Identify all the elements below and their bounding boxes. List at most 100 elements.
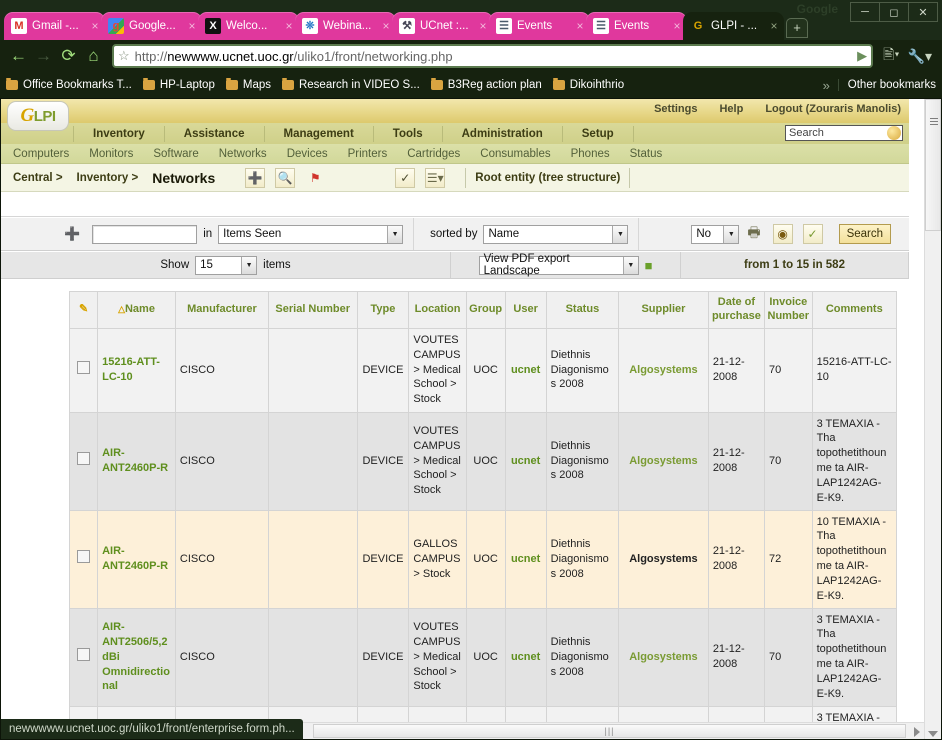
add-criteria-icon[interactable]: ➕	[64, 226, 80, 242]
close-icon[interactable]: ×	[574, 20, 586, 32]
cell-name[interactable]: 15216-ATT-LC-10	[97, 327, 176, 413]
row-checkbox-cell[interactable]	[68, 607, 99, 707]
cell-user[interactable]: ucnet	[504, 607, 547, 707]
menu-item-inventory[interactable]: Inventory	[73, 125, 165, 142]
table-row[interactable]: 15216-ATT-LC-10 CISCO DEVICE VOUTES CAMP…	[68, 327, 898, 413]
submenu-item-phones[interactable]: Phones	[571, 148, 610, 160]
browser-tab-4[interactable]: ⚒ UCnet :... ×	[392, 12, 493, 40]
breadcrumb-central[interactable]: Central >	[13, 172, 63, 184]
breadcrumb-inventory[interactable]: Inventory >	[77, 172, 139, 184]
bookmark-item[interactable]: Office Bookmarks T...	[6, 78, 132, 91]
row-checkbox-cell[interactable]	[68, 327, 99, 413]
add-icon[interactable]: ➕	[245, 167, 266, 188]
forward-button[interactable]: →	[31, 44, 56, 69]
user-link[interactable]: ucnet	[511, 553, 540, 565]
column-header-user[interactable]: User	[504, 291, 547, 329]
cell-supplier[interactable]: Algosystems	[618, 509, 709, 609]
submenu-item-monitors[interactable]: Monitors	[89, 148, 133, 160]
close-icon[interactable]: ×	[768, 20, 780, 32]
supplier-link[interactable]: Algosystems	[629, 364, 697, 376]
supplier-link[interactable]: Algosystems	[629, 651, 697, 663]
item-link[interactable]: AIR-ANT2460P-R	[102, 545, 168, 572]
cell-name[interactable]: AIR-ANT2506/5,2dBi Omnidirectional	[97, 607, 176, 707]
column-header-invoice-number[interactable]: Invoice Number	[764, 291, 813, 329]
bookmark-item[interactable]: B3Reg action plan	[430, 78, 542, 91]
item-link[interactable]: 15216-ATT-LC-10	[102, 356, 160, 383]
help-link[interactable]: Help	[719, 103, 743, 115]
chevron-down-icon[interactable]: ▼	[387, 225, 403, 243]
browser-tab-6[interactable]: ☰ Events ×	[586, 12, 687, 40]
chevron-down-icon[interactable]: ▼	[723, 225, 739, 243]
settings-link[interactable]: Settings	[654, 103, 697, 115]
column-header-type[interactable]: Type	[356, 291, 410, 329]
column-header-location[interactable]: Location	[408, 291, 467, 329]
bookmark-item[interactable]: Dikoihthrio	[552, 78, 624, 91]
table-row[interactable]: AIR-ANT2506/5,2dBi Omnidirectional CISCO…	[68, 607, 898, 707]
items-per-page-select[interactable]: 15 ▼	[195, 255, 258, 275]
cell-user[interactable]: ucnet	[504, 411, 547, 511]
close-icon[interactable]: ×	[671, 20, 683, 32]
cell-supplier[interactable]: Algosystems	[618, 327, 709, 413]
bookmarks-overflow-icon[interactable]: »	[823, 78, 838, 93]
scroll-down-arrow-icon[interactable]	[928, 731, 938, 737]
export-icon[interactable]: ■	[645, 258, 653, 273]
browser-tab-3[interactable]: ❊ Webina... ×	[295, 12, 396, 40]
new-tab-button[interactable]: +	[786, 18, 808, 38]
submenu-item-software[interactable]: Software	[153, 148, 198, 160]
column-header-comments[interactable]: Comments	[811, 291, 898, 329]
row-checkbox[interactable]	[77, 361, 91, 375]
column-header-date-of-purchase[interactable]: Date of purchase	[707, 291, 766, 329]
descending-select[interactable]: No ▼	[691, 224, 740, 244]
menu-item-administration[interactable]: Administration	[443, 125, 563, 142]
browser-tab-7-active[interactable]: G GLPI - ... ×	[683, 12, 784, 40]
row-checkbox[interactable]	[77, 648, 91, 662]
close-button[interactable]: ✕	[908, 2, 938, 22]
cell-user[interactable]: ucnet	[504, 509, 547, 609]
vertical-scroll-thumb[interactable]	[925, 99, 941, 231]
other-bookmarks-button[interactable]: Other bookmarks	[837, 79, 936, 91]
bookmark-item[interactable]: Maps	[225, 78, 271, 91]
menu-item-management[interactable]: Management	[265, 125, 374, 142]
submenu-item-computers[interactable]: Computers	[13, 148, 69, 160]
maximize-button[interactable]: ◻	[879, 2, 909, 22]
row-checkbox-cell[interactable]	[68, 509, 99, 609]
search-value-input[interactable]	[92, 224, 198, 244]
chevron-down-icon[interactable]: ▼	[612, 225, 628, 243]
glpi-logo[interactable]: G LPI	[7, 101, 69, 131]
page-menu-icon[interactable]: 🖹▾	[879, 44, 903, 68]
browser-tab-1[interactable]: g Google... ×	[101, 12, 202, 40]
browser-tab-2[interactable]: X Welco... ×	[198, 12, 299, 40]
bookmark-icon[interactable]: ⚑	[305, 168, 325, 188]
browser-tab-5[interactable]: ☰ Events ×	[489, 12, 590, 40]
table-row[interactable]: AIR-ANT2460P-R CISCO DEVICE GALLOS CAMPU…	[68, 509, 898, 609]
close-icon[interactable]: ×	[380, 20, 392, 32]
cell-supplier[interactable]: Algosystems	[618, 607, 709, 707]
reset-icon[interactable]: ◉	[772, 224, 793, 244]
home-button[interactable]: ⌂	[81, 44, 106, 69]
column-header-serial-number[interactable]: Serial Number	[267, 291, 358, 329]
reload-button[interactable]: ⟳	[56, 44, 81, 69]
address-bar[interactable]: ☆ http://newwww.ucnet.uoc.gr/uliko1/fron…	[112, 44, 874, 68]
menu-item-assistance[interactable]: Assistance	[165, 125, 265, 142]
search-button[interactable]: Search	[838, 224, 891, 244]
menu-item-setup[interactable]: Setup	[563, 125, 634, 142]
back-button[interactable]: ←	[6, 44, 31, 69]
minimize-button[interactable]: ─	[850, 2, 880, 22]
column-header-status[interactable]: Status	[545, 291, 620, 329]
cell-name[interactable]: AIR-ANT2460P-R	[97, 411, 176, 511]
browser-tab-0[interactable]: M Gmail -... ×	[4, 12, 105, 40]
close-icon[interactable]: ×	[477, 20, 489, 32]
list-view-icon[interactable]: ☰▾	[425, 167, 446, 188]
user-link[interactable]: ucnet	[511, 651, 540, 663]
logout-link[interactable]: Logout (Zouraris Manolis)	[765, 103, 901, 115]
horizontal-scroll-thumb[interactable]: |||	[313, 724, 906, 738]
submenu-item-printers[interactable]: Printers	[348, 148, 388, 160]
table-row[interactable]: AIR-ANT2460P-R CISCO DEVICE VOUTES CAMPU…	[68, 411, 898, 511]
scroll-right-arrow-icon[interactable]	[914, 727, 920, 737]
row-checkbox[interactable]	[77, 452, 91, 466]
cell-name[interactable]: AIR-ANT2460P-R	[97, 509, 176, 609]
column-header-name[interactable]: △Name	[97, 291, 176, 329]
select-all-icon[interactable]: ✎	[79, 303, 88, 315]
chevron-down-icon[interactable]: ▼	[623, 256, 638, 274]
item-link[interactable]: AIR-ANT2506/5,2dBi Omnidirectional	[102, 621, 170, 692]
